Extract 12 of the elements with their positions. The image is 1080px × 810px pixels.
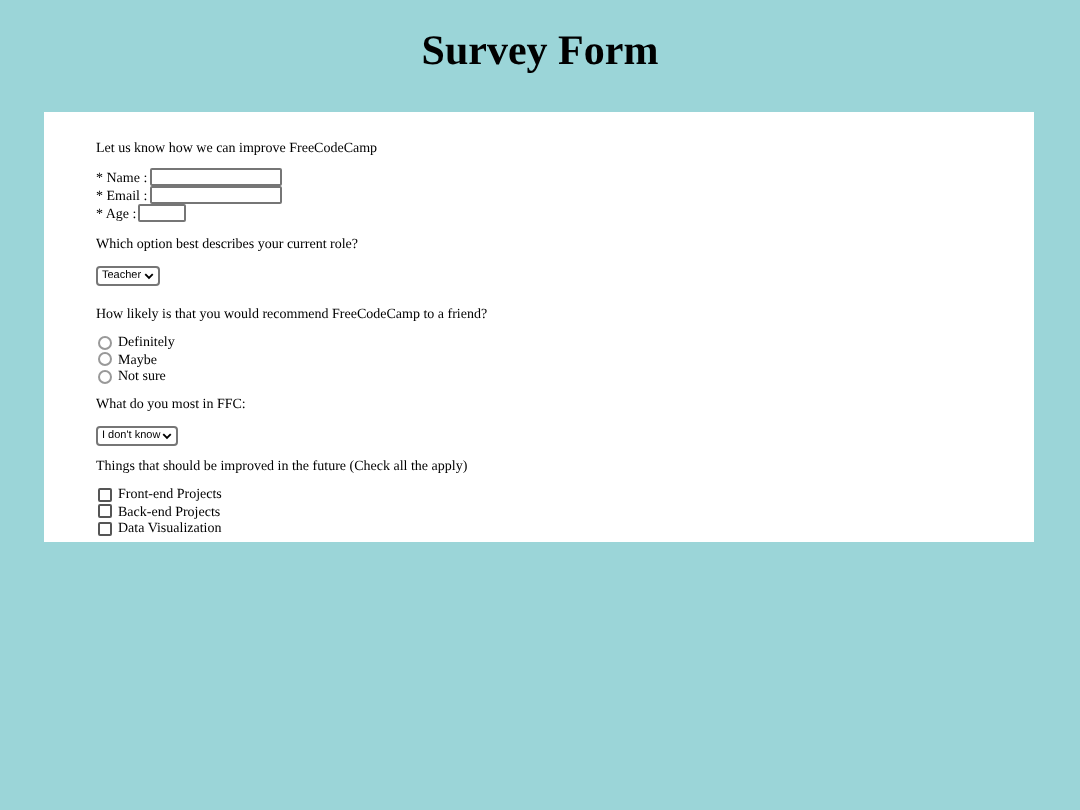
input-field[interactable] <box>138 204 187 223</box>
radio-button[interactable] <box>98 352 112 367</box>
radio-button[interactable] <box>98 335 112 350</box>
radio-button[interactable] <box>98 369 112 384</box>
input-field[interactable] <box>149 168 282 187</box>
input-field[interactable] <box>149 186 282 205</box>
checkbox[interactable] <box>98 487 112 502</box>
chevron-icon <box>162 431 173 440</box>
chevron-icon <box>143 271 154 280</box>
checkbox[interactable] <box>98 504 112 519</box>
checkbox[interactable] <box>98 521 112 536</box>
page-title: Survey Form <box>419 24 661 78</box>
